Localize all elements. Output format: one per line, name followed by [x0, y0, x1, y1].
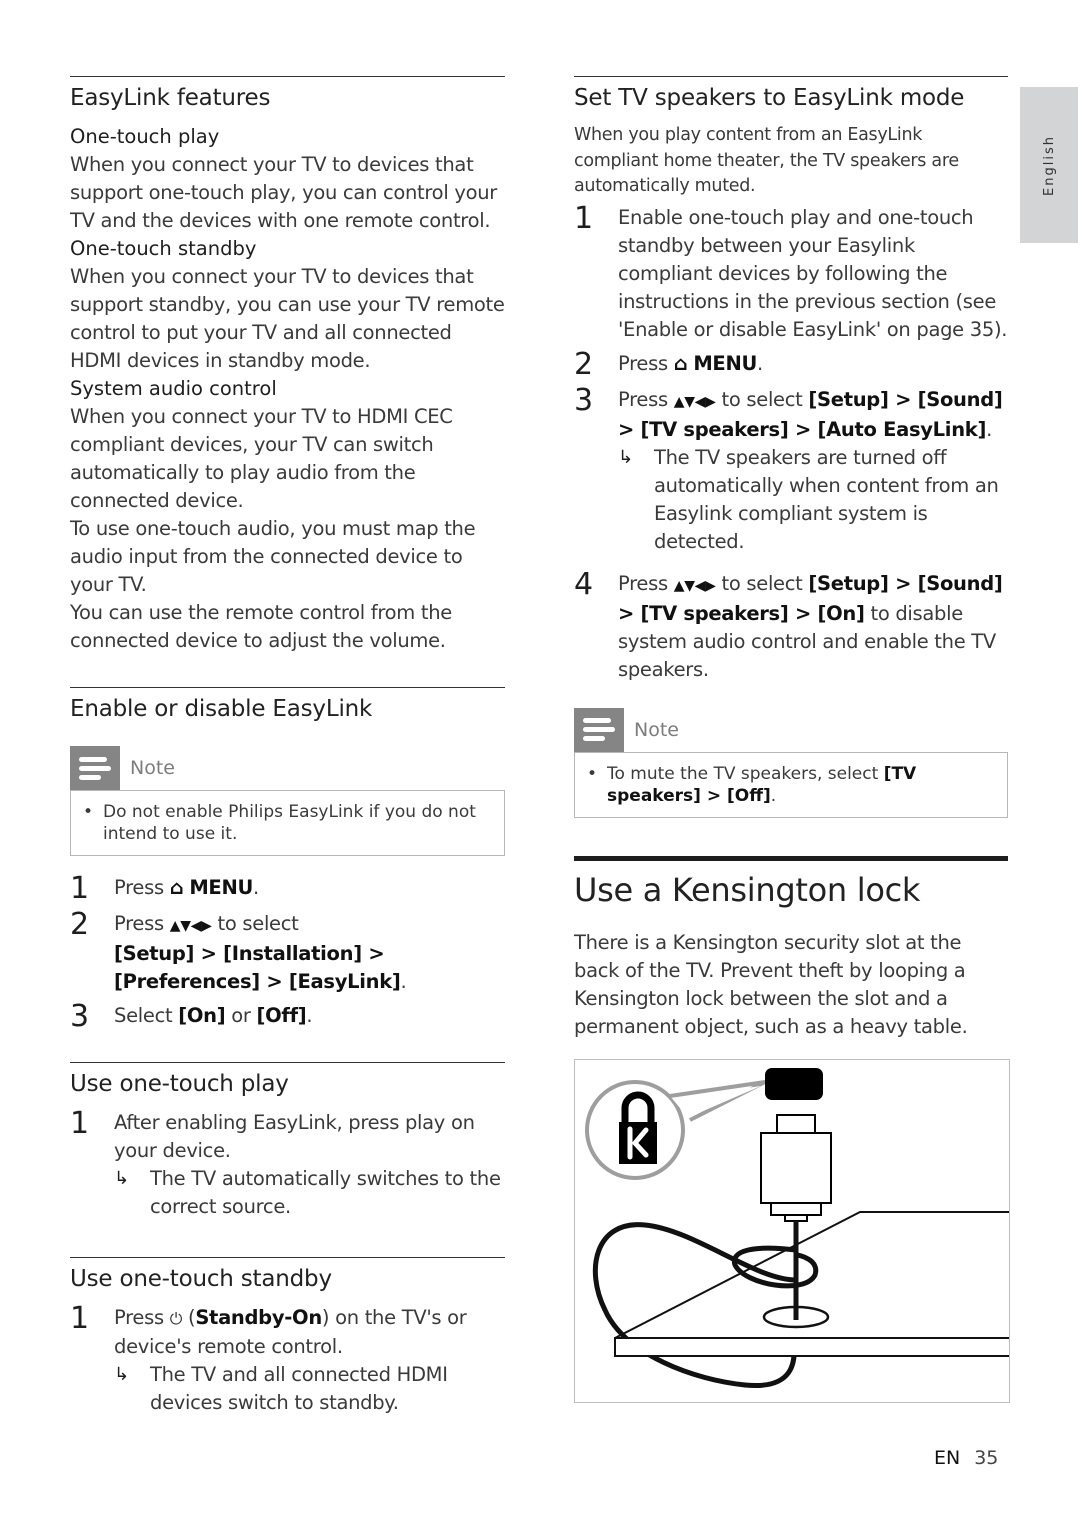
kensington-lock-illustration — [574, 1058, 1012, 1403]
bullet-icon: • — [587, 763, 598, 784]
kensington-lock-drawing — [585, 1067, 1012, 1388]
step-result: ↳ The TV automatically switches to the c… — [114, 1165, 505, 1221]
paragraph: You can use the remote control from the … — [70, 601, 452, 652]
paragraph: When you connect your TV to devices that… — [70, 153, 497, 232]
language-tab: English — [1020, 87, 1078, 243]
section-easylink-features: EasyLink features One-touch play When yo… — [70, 76, 505, 655]
navigation-arrows-icon: ▲▼◀▶ — [169, 918, 212, 934]
step: 3 Press ▲▼◀▶ to select [Setup] > [Sound]… — [574, 382, 1008, 556]
result-arrow-icon: ↳ — [114, 1168, 129, 1189]
note-icon — [574, 707, 624, 752]
step-number: 1 — [70, 1301, 89, 1336]
section-title: Set TV speakers to EasyLink mode — [574, 85, 965, 111]
step-number: 2 — [574, 346, 593, 382]
step-result: ↳ The TV speakers are turned off automat… — [618, 444, 1008, 556]
footer-language: EN — [934, 1447, 961, 1469]
key-menu: MENU — [693, 351, 757, 375]
step-result: ↳ The TV and all connected HDMI devices … — [114, 1361, 505, 1417]
page-number: 35 — [974, 1447, 999, 1469]
section-one-touch-play: Use one-touch play 1 After enabling Easy… — [70, 1062, 505, 1221]
step: 1 After enabling EasyLink, press play on… — [70, 1109, 505, 1221]
section-title: Use one-touch play — [70, 1071, 289, 1097]
section-kensington-lock: Use a Kensington lock There is a Kensing… — [574, 855, 1012, 1403]
navigation-arrows-icon: ▲▼◀▶ — [673, 577, 716, 594]
paragraph: To use one-touch audio, you must map the… — [70, 517, 476, 596]
left-column: EasyLink features One-touch play When yo… — [70, 76, 505, 1417]
subtitle-one-touch-standby: One-touch standby — [70, 237, 257, 260]
step: 1 Press ⌂ MENU. — [70, 871, 259, 906]
key-standby-on: Standby-On — [195, 1306, 322, 1329]
step-number: 3 — [574, 382, 593, 418]
section-enable-disable-easylink: Enable or disable EasyLink Note • Do not… — [70, 687, 505, 1032]
section-divider — [70, 1062, 505, 1063]
intro-paragraph: When you play content from an EasyLink c… — [574, 125, 959, 196]
lock-cable — [592, 1220, 819, 1388]
section-divider — [70, 687, 505, 688]
note-box: Note • Do not enable Philips EasyLink if… — [70, 746, 505, 856]
section-one-touch-standby: Use one-touch standby 1 Press ⏻ (Standby… — [70, 1257, 505, 1417]
option-off: [Off] — [256, 1004, 307, 1027]
step-number: 4 — [574, 566, 593, 602]
paragraph: There is a Kensington security slot at t… — [574, 930, 968, 1038]
step: 1 Press ⏻ (Standby-On) on the TV's or de… — [70, 1304, 505, 1417]
security-slot — [765, 1067, 823, 1100]
home-icon: ⌂ — [169, 876, 184, 899]
step: 3 Select [On] or [Off]. — [70, 999, 313, 1034]
right-column: Set TV speakers to EasyLink mode When yo… — [574, 76, 1012, 1403]
step: 1 Enable one-touch play and one-touch st… — [574, 200, 1008, 341]
option-on: [On] — [178, 1004, 226, 1027]
note-icon — [70, 746, 120, 790]
paragraph: When you connect your TV to devices that… — [70, 265, 505, 372]
section-title: EasyLink features — [70, 85, 271, 111]
key-menu: MENU — [189, 876, 253, 899]
subtitle-one-touch-play: One-touch play — [70, 125, 220, 148]
step-number: 1 — [70, 1106, 89, 1141]
paragraph: When you connect your TV to HDMI CEC com… — [70, 405, 453, 512]
chapter-title: Use a Kensington lock — [574, 870, 921, 909]
menu-path: [Setup] > [Installation] > [Preferences]… — [114, 942, 401, 993]
chapter-divider — [574, 855, 1008, 861]
step-number: 1 — [574, 200, 593, 236]
bullet-icon: • — [83, 802, 94, 822]
step-number: 1 — [70, 871, 89, 906]
note-box: Note • To mute the TV speakers, select [… — [574, 707, 1008, 818]
note-label: Note — [130, 757, 175, 779]
language-tab-label: English — [1041, 134, 1057, 196]
step: 2 Press ▲▼◀▶ to select [Setup] > [Install… — [70, 907, 407, 994]
section-title: Enable or disable EasyLink — [70, 696, 373, 722]
home-icon: ⌂ — [673, 351, 688, 375]
section-divider — [574, 76, 1008, 77]
step-number: 2 — [70, 907, 89, 942]
navigation-arrows-icon: ▲▼◀▶ — [673, 393, 716, 410]
step-number: 3 — [70, 999, 89, 1034]
power-icon: ⏻ — [169, 1309, 183, 1328]
step-text: After enabling EasyLink, press play on y… — [114, 1111, 475, 1162]
result-arrow-icon: ↳ — [114, 1364, 129, 1385]
steps-list: 1 Press ⌂ MENU. 2 Press ▲▼◀▶ to select [S… — [70, 874, 505, 1032]
step: 2 Press ⌂ MENU. — [574, 346, 763, 382]
step: 4 Press ▲▼◀▶ to select [Setup] > [Sound]… — [574, 566, 1003, 681]
section-title: Use one-touch standby — [70, 1266, 332, 1292]
note-label: Note — [634, 718, 679, 741]
result-arrow-icon: ↳ — [618, 446, 633, 468]
page-footer: EN 35 — [934, 1447, 998, 1469]
note-text: Do not enable Philips EasyLink if you do… — [103, 802, 476, 844]
section-divider — [70, 76, 505, 77]
section-divider — [70, 1257, 505, 1258]
section-tv-speakers: Set TV speakers to EasyLink mode When yo… — [574, 76, 1008, 818]
subtitle-system-audio-control: System audio control — [70, 377, 277, 400]
lock-connector — [760, 1113, 832, 1222]
